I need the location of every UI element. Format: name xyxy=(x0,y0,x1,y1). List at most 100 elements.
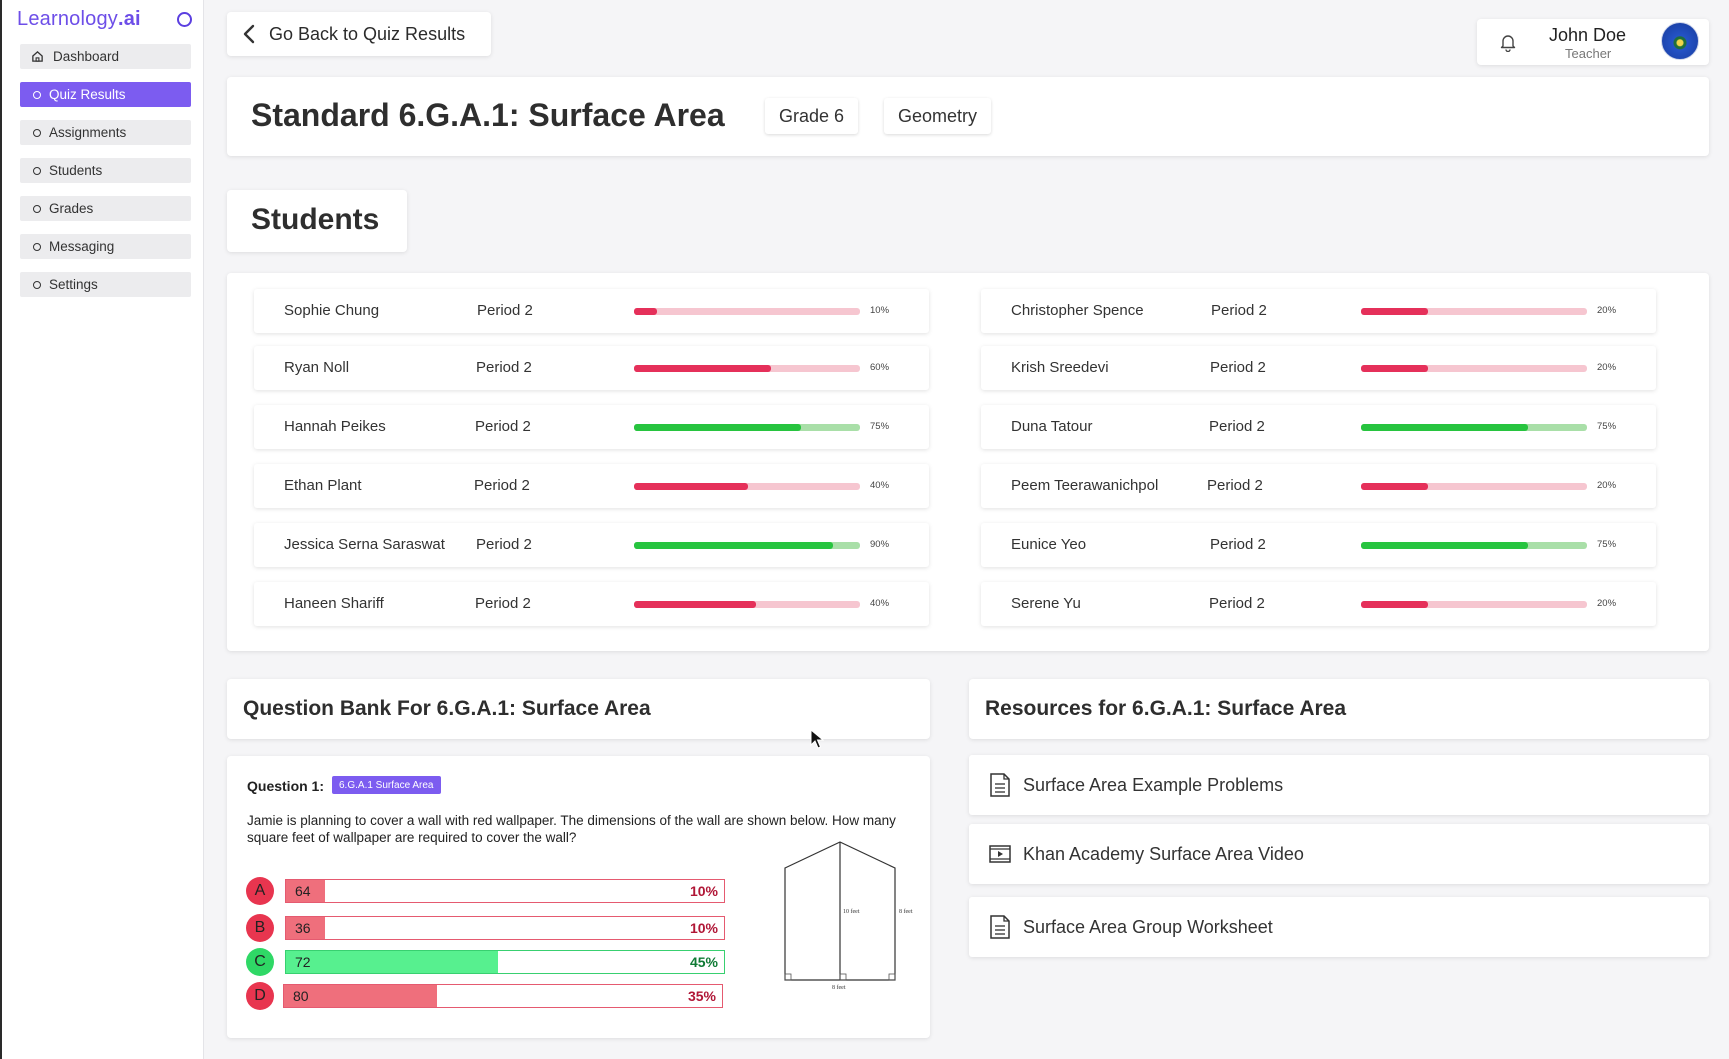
user-profile-card[interactable]: John Doe Teacher xyxy=(1477,19,1709,65)
student-row[interactable]: Eunice Yeo Period 2 75% xyxy=(981,523,1656,567)
sidebar-item-label: Settings xyxy=(49,277,98,292)
circle-icon xyxy=(33,204,41,213)
option-c-badge: C xyxy=(246,948,274,976)
circle-icon xyxy=(33,280,41,289)
student-row[interactable]: Serene Yu Period 2 20% xyxy=(981,582,1656,626)
student-row[interactable]: Ethan Plant Period 2 40% xyxy=(254,464,929,508)
sidebar-item-grades[interactable]: Grades xyxy=(20,196,191,221)
students-heading-card: Students xyxy=(227,190,407,252)
base-label: 8 feet xyxy=(832,984,846,991)
height-label: 10 feet xyxy=(843,908,860,915)
sidebar-item-quiz-results[interactable]: Quiz Results xyxy=(20,82,191,107)
question-card: Question 1: 6.G.A.1 Surface Area Jamie i… xyxy=(227,756,930,1038)
score-progress-bar xyxy=(634,542,860,549)
sidebar-item-label: Messaging xyxy=(49,239,115,254)
option-b-bar: 36 10% xyxy=(285,916,725,940)
student-row[interactable]: Krish Sreedevi Period 2 20% xyxy=(981,346,1656,390)
standard-tag[interactable]: 6.G.A.1 Surface Area xyxy=(332,776,441,794)
option-value: 72 xyxy=(295,954,311,970)
resource-example-problems[interactable]: Surface Area Example Problems xyxy=(969,755,1709,815)
option-c-bar: 72 45% xyxy=(285,950,725,974)
collapse-sidebar-icon[interactable] xyxy=(177,12,192,27)
option-a-bar: 64 10% xyxy=(285,879,725,903)
circle-icon xyxy=(33,242,41,251)
student-row[interactable]: Peem Teerawanichpol Period 2 20% xyxy=(981,464,1656,508)
resource-khan-video[interactable]: Khan Academy Surface Area Video xyxy=(969,824,1709,884)
student-name: Peem Teerawanichpol xyxy=(1011,477,1159,494)
sidebar-item-settings[interactable]: Settings xyxy=(20,272,191,297)
chevron-left-icon xyxy=(243,24,255,44)
option-d-bar: 80 35% xyxy=(283,984,723,1008)
sidebar-item-label: Grades xyxy=(49,201,94,216)
resource-group-worksheet[interactable]: Surface Area Group Worksheet xyxy=(969,897,1709,957)
student-row[interactable]: Hannah Peikes Period 2 75% xyxy=(254,405,929,449)
student-period: Period 2 xyxy=(477,302,533,319)
mouse-cursor-icon xyxy=(810,729,824,749)
score-progress-fill xyxy=(634,365,771,372)
score-percent: 10% xyxy=(870,305,890,316)
sidebar-item-assignments[interactable]: Assignments xyxy=(20,120,191,145)
option-a-badge: A xyxy=(246,877,274,905)
sidebar-item-students[interactable]: Students xyxy=(20,158,191,183)
subject-chip: Geometry xyxy=(884,98,992,134)
student-row[interactable]: Jessica Serna Saraswat Period 2 90% xyxy=(254,523,929,567)
sidebar-item-label: Students xyxy=(49,163,103,178)
sidebar-item-messaging[interactable]: Messaging xyxy=(20,234,191,259)
bell-icon[interactable] xyxy=(1499,32,1517,52)
side-label: 8 feet xyxy=(899,908,913,915)
student-period: Period 2 xyxy=(475,418,531,435)
score-progress-bar xyxy=(1361,365,1587,372)
score-progress-bar xyxy=(634,483,860,490)
score-percent: 20% xyxy=(1597,480,1617,491)
student-row[interactable]: Haneen Shariff Period 2 40% xyxy=(254,582,929,626)
score-progress-bar xyxy=(634,424,860,431)
score-progress-fill xyxy=(634,601,757,608)
option-value: 64 xyxy=(295,883,311,899)
student-name: Duna Tatour xyxy=(1011,418,1093,435)
option-value: 36 xyxy=(295,920,311,936)
question-label: Question 1: xyxy=(247,778,325,794)
sidebar-item-label: Assignments xyxy=(49,125,127,140)
resources-heading-card: Resources for 6.G.A.1: Surface Area xyxy=(969,679,1709,739)
question-bank-title: Question Bank For 6.G.A.1: Surface Area xyxy=(243,697,651,720)
score-progress-fill xyxy=(1361,424,1529,431)
avatar[interactable] xyxy=(1661,22,1699,60)
option-d-badge: D xyxy=(246,982,274,1010)
student-period: Period 2 xyxy=(476,359,532,376)
option-b-badge: B xyxy=(246,914,274,942)
student-period: Period 2 xyxy=(1209,595,1265,612)
student-name: Sophie Chung xyxy=(284,302,380,319)
sidebar-item-dashboard[interactable]: Dashboard xyxy=(20,44,191,69)
score-progress-fill xyxy=(634,483,749,490)
score-percent: 20% xyxy=(1597,305,1617,316)
user-role: Teacher xyxy=(1565,46,1612,61)
student-name: Krish Sreedevi xyxy=(1011,359,1109,376)
student-name: Serene Yu xyxy=(1011,595,1081,612)
logo-suffix: .ai xyxy=(117,8,141,30)
home-icon xyxy=(32,50,43,62)
student-row[interactable]: Christopher Spence Period 2 20% xyxy=(981,289,1656,333)
resource-label: Surface Area Example Problems xyxy=(1023,775,1284,795)
sidebar-nav: Dashboard Quiz Results Assignments Stude… xyxy=(20,44,191,310)
student-name: Ryan Noll xyxy=(284,359,350,376)
standard-header: Standard 6.G.A.1: Surface Area Grade 6 G… xyxy=(227,77,1709,156)
option-value: 80 xyxy=(293,988,309,1004)
circle-icon xyxy=(33,90,41,99)
score-percent: 40% xyxy=(870,480,890,491)
students-heading: Students xyxy=(251,203,380,236)
sidebar-item-label: Dashboard xyxy=(53,49,120,64)
score-percent: 75% xyxy=(1597,539,1617,550)
document-icon xyxy=(990,773,1010,797)
score-percent: 20% xyxy=(1597,598,1617,609)
student-row[interactable]: Sophie Chung Period 2 10% xyxy=(254,289,929,333)
score-progress-fill xyxy=(1361,601,1428,608)
sidebar-item-label: Quiz Results xyxy=(49,87,126,102)
student-period: Period 2 xyxy=(476,536,532,553)
student-row[interactable]: Ryan Noll Period 2 60% xyxy=(254,346,929,390)
back-to-quiz-results-button[interactable]: Go Back to Quiz Results xyxy=(227,12,491,56)
student-row[interactable]: Duna Tatour Period 2 75% xyxy=(981,405,1656,449)
score-progress-fill xyxy=(1361,365,1428,372)
student-period: Period 2 xyxy=(474,477,530,494)
circle-icon xyxy=(33,128,41,137)
app-logo[interactable]: Learnology.ai xyxy=(17,8,141,31)
